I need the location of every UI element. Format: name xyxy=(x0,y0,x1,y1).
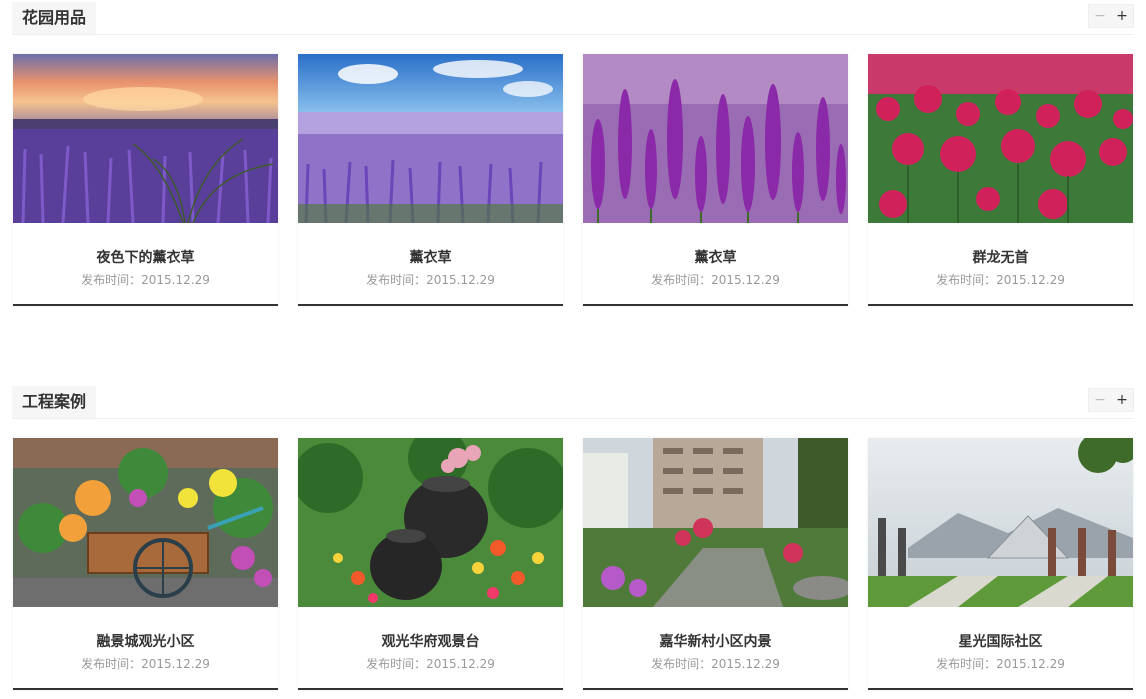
section-header: 花园用品 − + xyxy=(12,2,1134,35)
card-title[interactable]: 星光国际社区 xyxy=(868,631,1133,651)
case-image-community-plaza[interactable] xyxy=(868,438,1133,607)
case-image-residential-garden[interactable] xyxy=(583,438,848,607)
case-card[interactable]: 观光华府观景台 发布时间：2015.12.29 xyxy=(298,438,563,690)
card-date: 发布时间：2015.12.29 xyxy=(936,273,1065,287)
section-title: 花园用品 xyxy=(12,2,97,34)
section-controls: − + xyxy=(1088,388,1134,412)
card-date: 发布时间：2015.12.29 xyxy=(81,657,210,671)
collapse-button[interactable]: − xyxy=(1089,389,1111,411)
case-card[interactable]: 融景城观光小区 发布时间：2015.12.29 xyxy=(13,438,278,690)
collapse-button[interactable]: − xyxy=(1089,5,1111,27)
card-date: 发布时间：2015.12.29 xyxy=(651,273,780,287)
product-card[interactable]: 夜色下的薰衣草 发布时间：2015.12.29 xyxy=(13,54,278,306)
card-date: 发布时间：2015.12.29 xyxy=(366,657,495,671)
product-image-lavender-closeup[interactable] xyxy=(583,54,848,223)
product-image-lavender-sunset[interactable] xyxy=(13,54,278,223)
card-date: 发布时间：2015.12.29 xyxy=(651,657,780,671)
card-date: 发布时间：2015.12.29 xyxy=(366,273,495,287)
card-title[interactable]: 观光华府观景台 xyxy=(298,631,563,651)
case-card[interactable]: 嘉华新村小区内景 发布时间：2015.12.29 xyxy=(583,438,848,690)
section-controls: − + xyxy=(1088,4,1134,28)
expand-button[interactable]: + xyxy=(1111,5,1133,27)
section-header: 工程案例 − + xyxy=(12,386,1134,419)
case-image-flower-cart[interactable] xyxy=(13,438,278,607)
card-date: 发布时间：2015.12.29 xyxy=(81,273,210,287)
product-card[interactable]: 群龙无首 发布时间：2015.12.29 xyxy=(868,54,1133,306)
product-image-lavender-field[interactable] xyxy=(298,54,563,223)
section-title: 工程案例 xyxy=(12,386,97,418)
case-image-garden-pots[interactable] xyxy=(298,438,563,607)
product-image-celosia[interactable] xyxy=(868,54,1133,223)
card-date: 发布时间：2015.12.29 xyxy=(936,657,1065,671)
product-card[interactable]: 薰衣草 发布时间：2015.12.29 xyxy=(298,54,563,306)
card-title[interactable]: 薰衣草 xyxy=(583,247,848,267)
card-title[interactable]: 群龙无首 xyxy=(868,247,1133,267)
card-title[interactable]: 薰衣草 xyxy=(298,247,563,267)
expand-button[interactable]: + xyxy=(1111,389,1133,411)
card-title[interactable]: 融景城观光小区 xyxy=(13,631,278,651)
card-title[interactable]: 嘉华新村小区内景 xyxy=(583,631,848,651)
case-card[interactable]: 星光国际社区 发布时间：2015.12.29 xyxy=(868,438,1133,690)
product-card[interactable]: 薰衣草 发布时间：2015.12.29 xyxy=(583,54,848,306)
card-title[interactable]: 夜色下的薰衣草 xyxy=(13,247,278,267)
